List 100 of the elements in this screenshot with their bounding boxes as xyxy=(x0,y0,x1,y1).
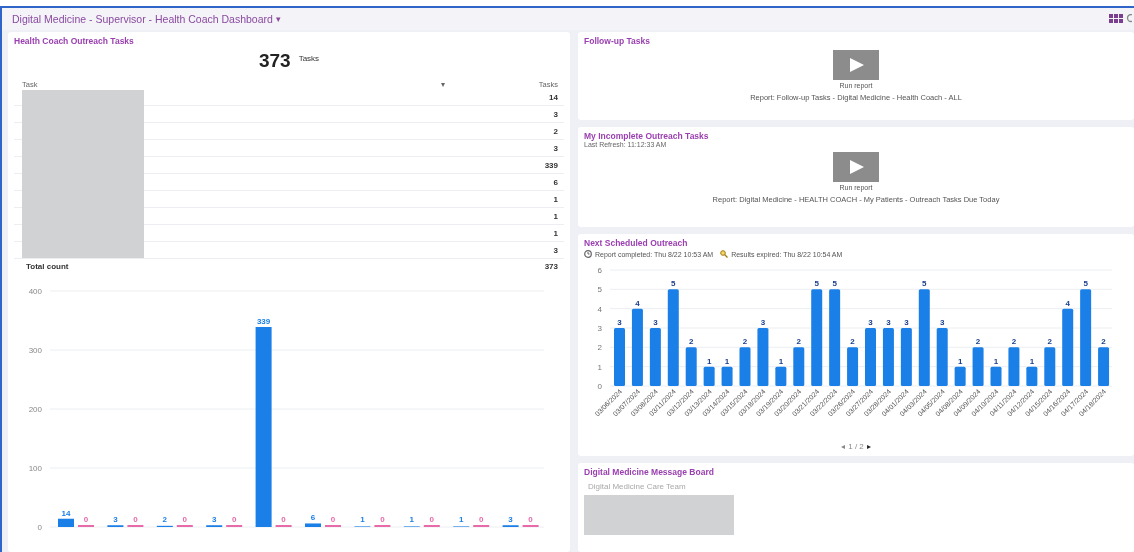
clock-icon xyxy=(584,250,592,258)
bar-value-label: 6 xyxy=(310,513,316,523)
bar-value-label: 0 xyxy=(380,515,385,524)
card-title: Health Coach Outreach Tasks xyxy=(14,36,135,46)
bar xyxy=(900,328,912,386)
bar-value-label: 1 xyxy=(993,356,999,366)
total-value: 373 xyxy=(544,262,558,271)
bar xyxy=(614,328,625,386)
axis-tick-label: 1 xyxy=(597,362,602,372)
play-icon[interactable] xyxy=(833,152,879,182)
bar-value-label: 0 xyxy=(281,515,286,524)
bar-value-label: 2 xyxy=(1101,337,1106,347)
play-icon[interactable] xyxy=(833,50,879,80)
card-title: My Incomplete Outreach Tasks xyxy=(584,131,710,141)
axis-tick-label: 0 xyxy=(597,382,602,391)
team-name: Digital Medicine Care Team xyxy=(588,482,687,491)
bar-value-label: 0 xyxy=(330,515,336,524)
bar xyxy=(649,328,661,386)
table-cell: 3 xyxy=(553,143,558,153)
table-cell: 2 xyxy=(553,126,558,136)
bar-value-label: 5 xyxy=(832,279,837,289)
bar-value-label: 2 xyxy=(1047,337,1052,347)
bar-value-label: 14 xyxy=(61,508,71,518)
bar-value-label: 1 xyxy=(1029,356,1035,366)
bar-value-label: 5 xyxy=(814,279,819,289)
bar-value-label: 0 xyxy=(182,515,188,524)
bar-value-label: 1 xyxy=(957,356,963,366)
axis-tick-label: 2 xyxy=(597,343,602,353)
axis-tick-label: 6 xyxy=(597,266,602,275)
bar xyxy=(757,328,769,386)
table-cell: 1 xyxy=(553,228,558,238)
bar-value-label: 2 xyxy=(796,337,801,347)
table-cell: 3 xyxy=(553,109,558,119)
bar xyxy=(793,347,805,386)
bar-value-label: 4 xyxy=(1065,298,1070,308)
bar xyxy=(305,523,321,527)
total-label: Total count xyxy=(26,262,69,271)
dashboard-title[interactable]: Digital Medicine - Supervisor - Health Coach Dashboard xyxy=(12,13,273,25)
axis-tick-label: 4 xyxy=(597,304,602,314)
bar-value-label: 4 xyxy=(635,298,640,308)
axis-tick-label: 3 xyxy=(597,324,602,333)
bar xyxy=(972,347,984,386)
bar-value-label: 2 xyxy=(742,337,748,347)
table-cell: 6 xyxy=(553,177,558,187)
grid-icon[interactable] xyxy=(1109,14,1123,24)
axis-tick-label: 400 xyxy=(28,287,42,296)
total-label: Tasks xyxy=(298,54,320,63)
bar-value-label: 2 xyxy=(975,337,981,347)
table-cell: 1 xyxy=(553,211,558,221)
bar xyxy=(847,347,859,386)
table-cell: 3 xyxy=(553,245,558,255)
bar-value-label: 1 xyxy=(458,515,464,524)
bar xyxy=(954,366,966,386)
bar xyxy=(1098,347,1110,386)
bar-value-label: 1 xyxy=(706,356,712,366)
bar-value-label: 0 xyxy=(83,515,89,524)
bar xyxy=(990,366,1002,386)
axis-tick-label: 300 xyxy=(28,346,42,355)
bar-value-label: 1 xyxy=(778,356,784,366)
axis-tick-label: 100 xyxy=(28,464,42,473)
bar-value-label: 5 xyxy=(671,279,676,289)
bar xyxy=(1008,347,1020,386)
bar xyxy=(775,366,787,386)
bar-value-label: 0 xyxy=(133,515,138,524)
bar xyxy=(936,328,948,386)
bar xyxy=(739,347,751,386)
total-count: 373 xyxy=(258,50,291,72)
bar-value-label: 1 xyxy=(409,515,415,524)
bar-value-label: 3 xyxy=(760,318,766,327)
bar-value-label: 0 xyxy=(429,515,435,524)
bar-value-label: 2 xyxy=(1011,337,1017,347)
bar-value-label: 3 xyxy=(868,318,873,327)
bar-value-label: 2 xyxy=(689,337,694,347)
bar-value-label: 1 xyxy=(360,515,365,524)
bar xyxy=(1026,366,1038,386)
bar-value-label: 5 xyxy=(1083,279,1088,289)
bar-value-label: 5 xyxy=(922,279,927,289)
bar-value-label: 3 xyxy=(886,318,891,327)
bar-value-label: 3 xyxy=(940,318,945,327)
bar-value-label: 0 xyxy=(231,515,237,524)
bar-value-label: 0 xyxy=(478,515,484,524)
previous-page-icon[interactable]: ◂ xyxy=(841,442,846,451)
table-cell: 339 xyxy=(544,160,558,170)
bar xyxy=(685,347,697,386)
table-cell: 14 xyxy=(549,92,558,102)
card-title: Digital Medicine Message Board xyxy=(584,467,715,477)
bar-value-label: 1 xyxy=(724,356,730,366)
next-page-icon[interactable]: ▸ xyxy=(866,442,871,451)
bar xyxy=(721,366,733,386)
bar-value-label: 2 xyxy=(850,337,855,347)
bar-value-label: 3 xyxy=(904,318,909,327)
axis-tick-label: 200 xyxy=(28,405,42,414)
caret-icon[interactable]: ▾ xyxy=(275,14,281,24)
axis-tick-label: 0 xyxy=(37,523,42,532)
axis-tick-label: 5 xyxy=(597,285,602,295)
card-title: Follow-up Tasks xyxy=(584,36,651,46)
bar-value-label: 2 xyxy=(162,515,168,524)
card-title: Next Scheduled Outreach xyxy=(584,238,689,248)
bar xyxy=(58,518,74,527)
bar xyxy=(1044,347,1056,386)
